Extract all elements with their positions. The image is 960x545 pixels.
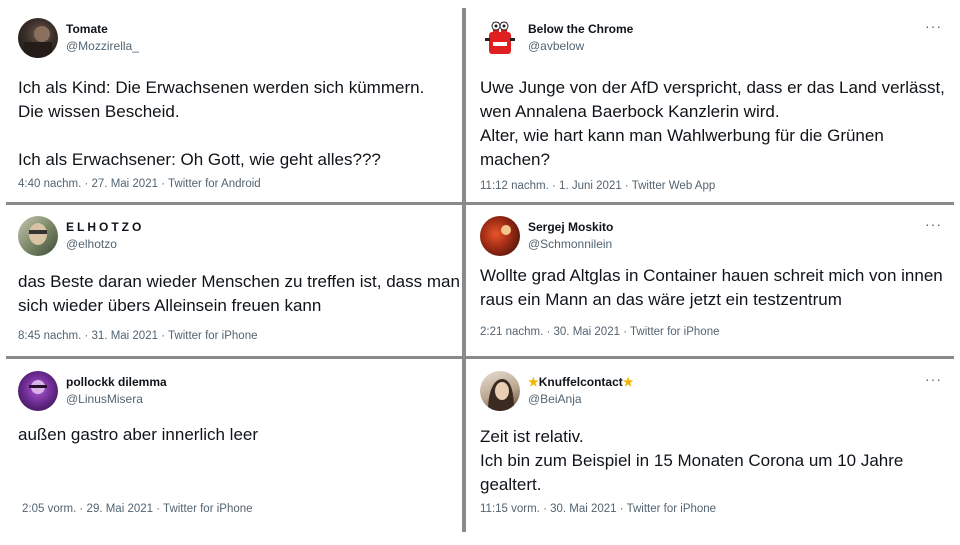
star-icon: ★ bbox=[622, 375, 634, 389]
user-handle[interactable]: @Mozzirella_ bbox=[66, 39, 139, 53]
user-handle[interactable]: @BeiAnja bbox=[528, 392, 582, 406]
user-handle[interactable]: @elhotzo bbox=[66, 237, 117, 251]
tweet-text: Uwe Junge von der AfD verspricht, dass e… bbox=[480, 78, 945, 169]
user-handle[interactable]: @Schmonnilein bbox=[528, 237, 612, 251]
tweet-timestamp[interactable]: 8:45 nachm. · 31. Mai 2021 · Twitter for… bbox=[18, 330, 258, 342]
display-name-label: Knuffelcontact bbox=[538, 375, 623, 389]
tweet-timestamp[interactable]: 4:40 nachm. · 27. Mai 2021 · Twitter for… bbox=[18, 178, 261, 190]
tweet-text: Ich als Kind: Die Erwachsenen werden sic… bbox=[18, 78, 425, 169]
tweet-card[interactable]: Tomate @Mozzirella_ Ich als Kind: Die Er… bbox=[6, 8, 460, 200]
display-name[interactable]: pollockk dilemma bbox=[66, 375, 167, 389]
user-handle[interactable]: @LinusMisera bbox=[66, 392, 143, 406]
avatar[interactable] bbox=[18, 18, 58, 58]
tweet-timestamp[interactable]: 11:15 vorm. · 30. Mai 2021 · Twitter for… bbox=[480, 503, 716, 515]
avatar[interactable] bbox=[480, 371, 520, 411]
tweet-card[interactable]: Below the Chrome @avbelow ··· Uwe Junge … bbox=[468, 8, 954, 200]
user-handle[interactable]: @avbelow bbox=[528, 39, 584, 53]
vertical-divider bbox=[462, 8, 466, 532]
avatar[interactable] bbox=[480, 18, 520, 58]
avatar[interactable] bbox=[480, 216, 520, 256]
star-icon: ★ bbox=[528, 375, 539, 389]
tweet-timestamp[interactable]: 2:21 nachm. · 30. Mai 2021 · Twitter for… bbox=[480, 326, 720, 338]
tweet-text: das Beste daran wieder Menschen zu treff… bbox=[18, 272, 460, 315]
display-name[interactable]: ELHOTZO bbox=[66, 220, 144, 234]
horizontal-divider bbox=[6, 202, 954, 205]
display-name[interactable]: ★Knuffelcontact★ bbox=[528, 375, 634, 389]
more-options-icon[interactable]: ··· bbox=[925, 217, 942, 231]
display-name[interactable]: Tomate bbox=[66, 22, 108, 36]
tweet-text: außen gastro aber innerlich leer bbox=[18, 425, 259, 444]
tweet-timestamp[interactable]: 2:05 vorm. · 29. Mai 2021 · Twitter for … bbox=[22, 503, 253, 515]
display-name[interactable]: Sergej Moskito bbox=[528, 220, 613, 234]
avatar[interactable] bbox=[18, 371, 58, 411]
tweet-text: Zeit ist relativ. Ich bin zum Beispiel i… bbox=[480, 427, 904, 494]
tweet-card[interactable]: pollockk dilemma @LinusMisera außen gast… bbox=[6, 361, 460, 531]
tweet-card[interactable]: ★Knuffelcontact★ @BeiAnja ··· Zeit ist r… bbox=[468, 361, 954, 531]
display-name[interactable]: Below the Chrome bbox=[528, 22, 633, 36]
horizontal-divider bbox=[6, 356, 954, 359]
tweet-text: Wollte grad Altglas in Container hauen s… bbox=[480, 266, 943, 309]
more-options-icon[interactable]: ··· bbox=[925, 19, 942, 33]
tweet-card[interactable]: Sergej Moskito @Schmonnilein ··· Wollte … bbox=[468, 206, 954, 354]
tweet-timestamp[interactable]: 11:12 nachm. · 1. Juni 2021 · Twitter We… bbox=[480, 180, 715, 192]
avatar[interactable] bbox=[18, 216, 58, 256]
more-options-icon[interactable]: ··· bbox=[925, 372, 942, 386]
tweet-grid: Tomate @Mozzirella_ Ich als Kind: Die Er… bbox=[0, 0, 960, 545]
tweet-card[interactable]: ELHOTZO @elhotzo das Beste daran wieder … bbox=[6, 206, 460, 354]
